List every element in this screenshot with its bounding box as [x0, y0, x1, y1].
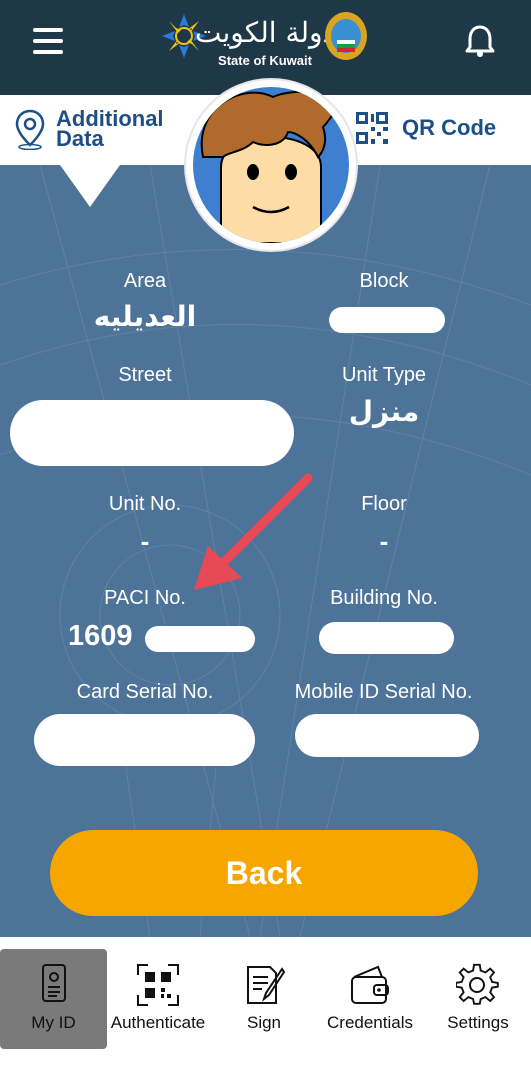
- card-serial-redacted: [34, 714, 255, 766]
- location-pin-icon: [15, 109, 45, 150]
- additional-data-link[interactable]: Additional Data: [14, 108, 164, 150]
- unit-type-label: Unit Type: [341, 364, 427, 386]
- wallet-icon: [351, 965, 389, 1004]
- tab-credentials[interactable]: Credentials: [318, 949, 422, 1049]
- annotation-arrow-icon: [194, 473, 313, 590]
- building-no-redacted: [319, 622, 454, 654]
- profile-avatar: [186, 80, 356, 250]
- block-value-redacted: [329, 307, 445, 333]
- tab-sign[interactable]: Sign: [221, 949, 307, 1049]
- back-button[interactable]: Back: [50, 830, 478, 916]
- qr-code-label: QR Code: [402, 115, 497, 140]
- sign-document-icon: [247, 966, 286, 1004]
- street-label: Street: [118, 364, 172, 386]
- gear-icon: [456, 963, 499, 1005]
- mobile-id-serial-redacted: [295, 714, 479, 757]
- area-value: العديليه: [93, 300, 197, 333]
- tab-my-id-label: My ID: [31, 1013, 76, 1032]
- tab-credentials-label: Credentials: [327, 1013, 413, 1032]
- id-card-icon: [41, 964, 66, 1002]
- tab-authenticate-label: Authenticate: [110, 1013, 206, 1032]
- notification-bell-icon[interactable]: [464, 24, 496, 58]
- hamburger-menu-icon[interactable]: [33, 28, 63, 54]
- bottom-tab-bar: My ID Authenticate Sign Credentials Sett…: [0, 937, 531, 1079]
- qr-code-link[interactable]: QR Code: [356, 112, 496, 144]
- tab-authenticate[interactable]: Authenticate: [107, 949, 209, 1049]
- qr-scan-icon: [137, 964, 179, 1006]
- card-serial-label: Card Serial No.: [76, 681, 214, 703]
- tab-settings[interactable]: Settings: [436, 949, 520, 1049]
- block-label: Block: [359, 270, 409, 292]
- additional-data-label-line2: Data: [56, 126, 104, 151]
- logo-arabic-text: دولة الكويت: [195, 16, 335, 49]
- logo-caption: State of Kuwait: [218, 53, 312, 68]
- tab-settings-label: Settings: [447, 1013, 509, 1032]
- paci-no-redacted: [145, 626, 255, 652]
- street-value-redacted: [10, 400, 294, 466]
- tab-pointer: [60, 165, 120, 207]
- mobile-id-serial-label: Mobile ID Serial No.: [294, 681, 473, 703]
- unit-type-value: منزل: [348, 395, 420, 428]
- tab-sign-label: Sign: [246, 1013, 282, 1032]
- tab-my-id[interactable]: My ID: [0, 949, 107, 1049]
- qr-code-icon: [356, 112, 388, 144]
- paci-no-value: 1609: [68, 620, 133, 652]
- area-label: Area: [123, 270, 167, 292]
